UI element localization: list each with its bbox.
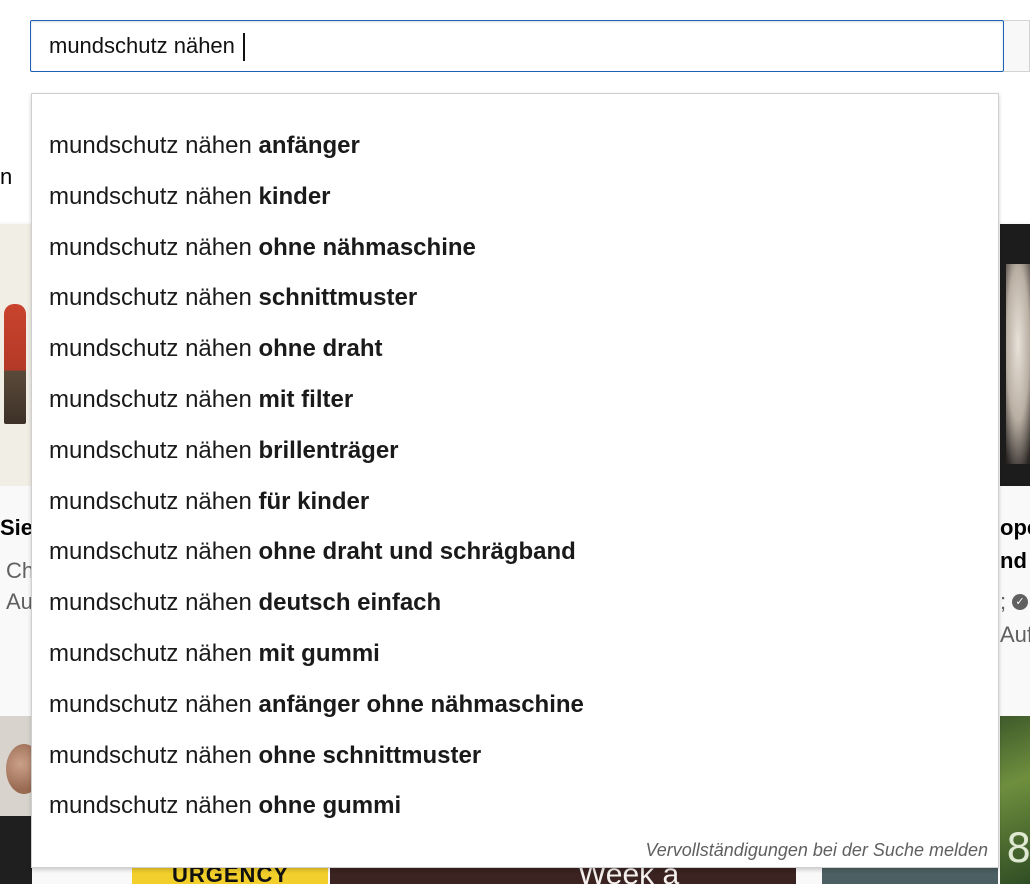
suggestion-completion: kinder: [258, 182, 331, 210]
thumbnail-glyph: 8: [1006, 826, 1030, 872]
suggestion-completion: mit filter: [258, 385, 354, 413]
suggestion-prefix: mundschutz nähen: [49, 487, 259, 515]
suggestion-prefix: mundschutz nähen: [49, 792, 259, 820]
video-title-fragment[interactable]: Sie: [0, 515, 33, 541]
suggestion-prefix: mundschutz nähen: [49, 741, 259, 769]
suggestion-prefix: mundschutz nähen: [49, 538, 259, 566]
suggestion-item[interactable]: mundschutz nähen ohne nähmaschine: [32, 223, 998, 274]
suggestion-prefix: mundschutz nähen: [49, 589, 259, 617]
suggestion-completion: ohne schnittmuster: [258, 741, 482, 769]
suggestion-prefix: mundschutz nähen: [49, 436, 259, 464]
view-count-fragment: Au: [6, 589, 33, 614]
video-thumbnail[interactable]: [0, 224, 32, 486]
search-button[interactable]: [1004, 20, 1030, 72]
suggestion-prefix: mundschutz nähen: [49, 284, 259, 312]
thumbnail-figure: [4, 304, 26, 424]
channel-name-fragment[interactable]: Ch: [6, 558, 34, 584]
suggestion-item[interactable]: mundschutz nähen anfänger ohne nähmaschi…: [32, 680, 998, 731]
suggestion-completion: ohne draht und schrägband: [258, 538, 576, 566]
suggestion-prefix: mundschutz nähen: [49, 182, 259, 210]
suggestion-completion: ohne draht: [258, 335, 383, 363]
suggestion-completion: brillenträger: [258, 436, 399, 464]
suggestion-completion: deutsch einfach: [258, 589, 442, 617]
suggestion-completion: anfänger: [258, 132, 360, 159]
suggestion-item[interactable]: mundschutz nähen ohne gummi: [32, 781, 998, 832]
channel-name-fragment[interactable]: ;: [1000, 589, 1006, 615]
suggestion-prefix: mundschutz nähen: [49, 233, 259, 261]
thumbnail-face: [1006, 264, 1030, 464]
suggestion-completion: für kinder: [258, 487, 370, 515]
video-thumbnail[interactable]: Week a: [330, 868, 796, 884]
search-suggestions-dropdown: mundschutz nähen anfänger mundschutz nähe…: [31, 93, 999, 868]
suggestion-item[interactable]: mundschutz nähen für kinder: [32, 477, 998, 528]
thumbnail-person: [6, 744, 32, 794]
search-box[interactable]: mundschutz nähen: [30, 20, 1004, 72]
video-thumbnail[interactable]: [0, 716, 32, 884]
suggestion-item[interactable]: mundschutz nähen anfänger: [32, 121, 998, 172]
video-thumbnail[interactable]: [822, 868, 998, 884]
suggestion-completion: ohne gummi: [258, 792, 402, 820]
text-caret: [243, 33, 246, 62]
suggestion-item[interactable]: mundschutz nähen brillenträger: [32, 426, 998, 477]
suggestion-item[interactable]: mundschutz nähen ohne draht: [32, 324, 998, 375]
suggestion-item[interactable]: mundschutz nähen ohne schnittmuster: [32, 731, 998, 782]
suggestion-item[interactable]: mundschutz nähen ohne draht und schrägba…: [32, 527, 998, 578]
video-thumbnail[interactable]: URGENCY: [132, 868, 328, 884]
suggestion-prefix: mundschutz nähen: [49, 335, 259, 363]
suggestion-prefix: mundschutz nähen: [49, 639, 259, 667]
suggestion-item[interactable]: mundschutz nähen deutsch einfach: [32, 578, 998, 629]
suggestion-completion: schnittmuster: [258, 284, 418, 312]
suggestion-prefix: mundschutz nähen: [49, 690, 259, 718]
video-thumbnail[interactable]: 8: [1000, 716, 1030, 884]
suggestion-item[interactable]: mundschutz nähen mit filter: [32, 375, 998, 426]
suggestion-prefix: mundschutz nähen: [49, 132, 259, 159]
bg-fragment: n: [0, 164, 13, 189]
report-suggestions-link[interactable]: Vervollständigungen bei der Suche melden: [645, 840, 988, 861]
video-title-fragment[interactable]: nd N: [1000, 548, 1030, 574]
verified-check-icon: ✓: [1012, 594, 1028, 610]
search-query-text: mundschutz nähen: [49, 33, 242, 58]
suggestion-list: mundschutz nähen anfänger mundschutz nähe…: [32, 121, 998, 832]
suggestion-item[interactable]: mundschutz nähen mit gummi: [32, 629, 998, 680]
video-title-fragment[interactable]: ope: [1000, 515, 1030, 541]
suggestion-prefix: mundschutz nähen: [49, 385, 259, 413]
thumbnail-text: Week a: [578, 868, 679, 884]
suggestion-completion: ohne nähmaschine: [258, 233, 476, 261]
video-thumbnail[interactable]: [1000, 224, 1030, 486]
suggestion-item[interactable]: mundschutz nähen kinder: [32, 172, 998, 223]
suggestion-completion: anfänger ohne nähmaschine: [258, 690, 584, 718]
thumbnail-person-body: [0, 816, 32, 884]
suggestion-completion: mit gummi: [258, 639, 380, 667]
view-count-fragment: Auf: [1000, 622, 1030, 647]
suggestion-item[interactable]: mundschutz nähen schnittmuster: [32, 273, 998, 324]
thumbnail-text: URGENCY: [172, 868, 290, 884]
search-input[interactable]: mundschutz nähen: [49, 21, 246, 71]
